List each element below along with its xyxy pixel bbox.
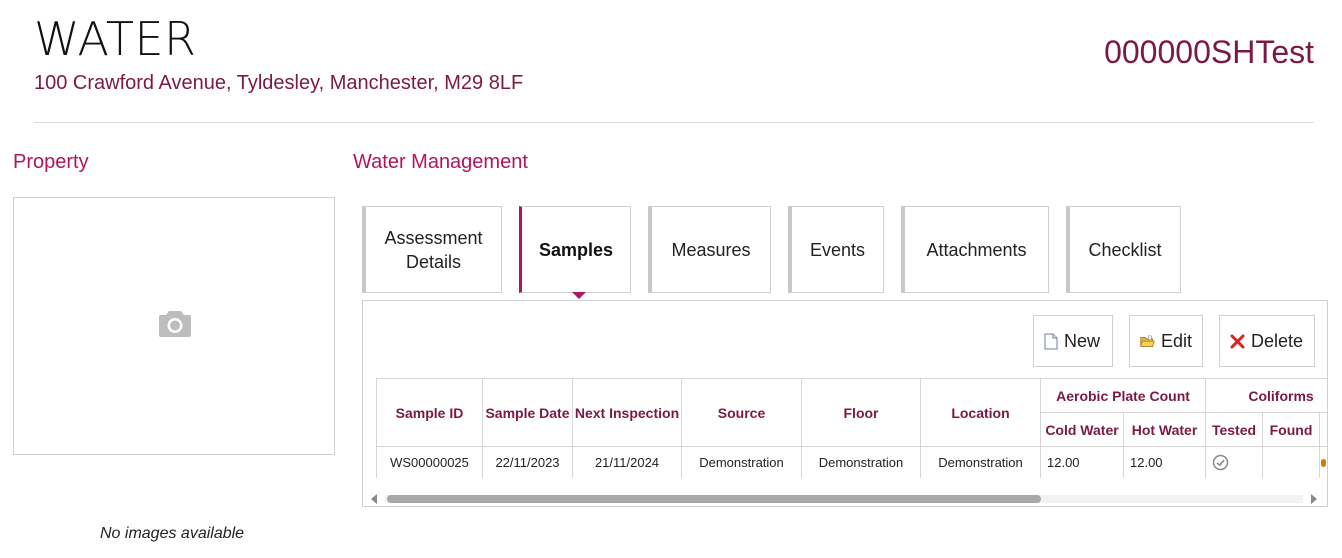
tab-label: Assessment Details (384, 227, 483, 272)
cell-aerobic-cold-water: 12.00 (1040, 446, 1124, 478)
col-header-sample-date[interactable]: Sample Date (482, 378, 573, 447)
delete-button[interactable]: Delete (1219, 315, 1315, 367)
property-address: 100 Crawford Avenue, Tyldesley, Manchest… (34, 72, 524, 94)
new-button-label: New (1064, 330, 1101, 351)
cell-coliforms-found (1262, 446, 1321, 478)
tab-assessment-details[interactable]: Assessment Details (362, 206, 502, 293)
cell-aerobic-hot-water: 12.00 (1122, 446, 1207, 478)
col-group-coliforms: Coliforms (1205, 378, 1327, 413)
col-group-aerobic-plate-count: Aerobic Plate Count (1039, 378, 1207, 413)
edit-button[interactable]: Edit (1129, 315, 1203, 367)
delete-x-icon (1230, 334, 1245, 348)
header-divider (34, 122, 1314, 123)
tab-events[interactable]: Events (788, 206, 884, 293)
property-image-box[interactable] (13, 197, 335, 455)
folder-edit-icon (1140, 335, 1155, 347)
cell-sample-date: 22/11/2023 (482, 446, 573, 478)
horizontal-scrollbar[interactable] (367, 491, 1325, 505)
tab-label: Attachments (926, 239, 1027, 260)
tab-samples[interactable]: Samples (519, 206, 631, 293)
cell-next-inspection: 21/11/2024 (572, 446, 682, 478)
tab-label: Measures (671, 239, 751, 260)
property-section-title: Property (13, 151, 89, 173)
check-circle-icon (1212, 454, 1229, 471)
delete-button-label: Delete (1251, 330, 1304, 351)
scroll-left-icon[interactable] (371, 494, 377, 504)
col-header-coliforms-found[interactable]: Found (1262, 412, 1321, 447)
col-header-coliforms-tested[interactable]: Tested (1205, 412, 1264, 447)
col-header-location[interactable]: Location (920, 378, 1041, 447)
overflow-indicator-icon (1320, 459, 1326, 467)
cell-location: Demonstration (920, 446, 1041, 478)
col-header-aerobic-hot-water[interactable]: Hot Water (1122, 412, 1207, 447)
tab-label: Events (809, 239, 866, 260)
property-reference: 000000SHTest (1104, 34, 1314, 70)
edit-button-label: Edit (1160, 330, 1192, 351)
col-header-source[interactable]: Source (681, 378, 802, 447)
tab-label: Checklist (1088, 239, 1162, 260)
col-header-aerobic-cold-water[interactable]: Cold Water (1040, 412, 1124, 447)
tab-measures[interactable]: Measures (648, 206, 771, 293)
no-images-text: No images available (100, 525, 245, 542)
col-header-sample-id[interactable]: Sample ID (376, 378, 483, 447)
table-row[interactable]: WS00000025 22/11/2023 21/11/2024 Demonst… (376, 446, 1327, 478)
samples-panel: New Edit Delete Sample ID Sample Date Ne… (362, 300, 1328, 507)
scroll-right-icon[interactable] (1311, 494, 1317, 504)
cell-sample-id: WS00000025 (376, 446, 483, 478)
new-button[interactable]: New (1033, 315, 1113, 367)
tab-checklist[interactable]: Checklist (1066, 206, 1181, 293)
active-tab-indicator (572, 292, 586, 299)
camera-icon (159, 311, 191, 337)
tab-label: Samples (538, 239, 614, 260)
cell-overflow (1319, 446, 1327, 478)
scrollbar-thumb[interactable] (387, 495, 1041, 503)
col-header-overflow (1319, 412, 1327, 447)
tab-attachments[interactable]: Attachments (901, 206, 1049, 293)
cell-floor: Demonstration (801, 446, 921, 478)
col-header-next-inspection[interactable]: Next Inspection (572, 378, 682, 447)
new-document-icon (1044, 333, 1058, 349)
water-management-title: Water Management (353, 151, 528, 173)
page-title: WATER (34, 12, 197, 66)
cell-source: Demonstration (681, 446, 802, 478)
col-header-floor[interactable]: Floor (801, 378, 921, 447)
samples-grid: Sample ID Sample Date Next Inspection So… (376, 378, 1327, 478)
cell-coliforms-tested (1205, 446, 1264, 478)
